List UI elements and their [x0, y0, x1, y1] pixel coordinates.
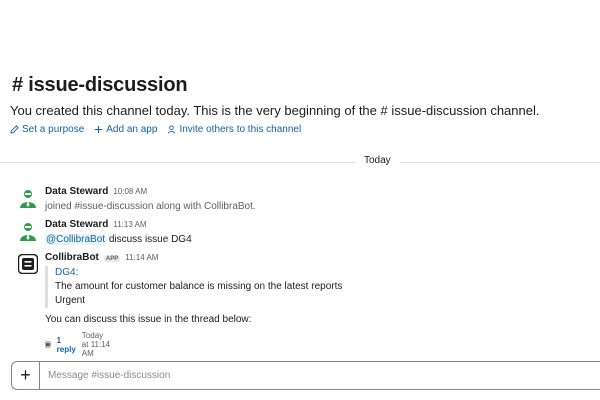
day-divider-label[interactable]: Today — [355, 155, 400, 166]
message-header: Data Steward 11:13 AM — [45, 219, 147, 230]
avatar[interactable] — [18, 188, 38, 208]
add-app-link[interactable]: Add an app — [94, 124, 157, 135]
message-time[interactable]: 10:08 AM — [113, 187, 147, 196]
add-app-label: Add an app — [106, 124, 158, 135]
channel-title: # issue-discussion — [12, 74, 188, 96]
intro-text: You created this channel today. This is … — [10, 103, 381, 118]
intro-channel-name[interactable]: # issue-discussion — [381, 103, 487, 118]
channel-intro: You created this channel today. This is … — [10, 103, 539, 118]
invite-others-label: Invite others to this channel — [179, 124, 302, 135]
issue-link[interactable]: DG4 — [55, 267, 76, 278]
issue-description: The amount for customer balance is missi… — [55, 281, 343, 292]
author-name[interactable]: Data Steward — [45, 186, 108, 197]
set-purpose-link[interactable]: Set a purpose — [10, 124, 84, 135]
message-text: joined #issue-discussion along with Coll… — [45, 201, 256, 212]
message-header: CollibraBot APP 11:14 AM — [45, 252, 158, 263]
channel-header: # issue-discussion — [12, 74, 188, 97]
set-purpose-label: Set a purpose — [22, 124, 85, 135]
collibrabot-mini-avatar-icon — [45, 341, 51, 348]
data-steward-avatar-icon — [20, 190, 36, 208]
channel-actions: Set a purpose Add an app Invite others t… — [10, 124, 301, 135]
add-attachment-button[interactable]: + — [12, 362, 40, 389]
author-name[interactable]: CollibraBot — [45, 252, 99, 263]
issue-colon: : — [75, 267, 79, 278]
thread-summary[interactable]: 1 reply Today at 11:14 AM — [45, 331, 110, 358]
issue-quote-block: DG4: The amount for customer balance is … — [45, 266, 342, 308]
person-icon — [167, 125, 176, 134]
message-text: @CollibraBot discuss issue DG4 — [45, 234, 192, 245]
invite-others-link[interactable]: Invite others to this channel — [167, 124, 301, 135]
plus-icon — [94, 125, 103, 134]
user-mention[interactable]: @CollibraBot — [45, 234, 107, 245]
data-steward-avatar-icon — [20, 223, 36, 241]
message-body: discuss issue DG4 — [106, 234, 192, 245]
issue-priority: Urgent — [55, 295, 86, 306]
message-followup: You can discuss this issue in the thread… — [45, 314, 252, 325]
message-time[interactable]: 11:14 AM — [125, 253, 158, 262]
app-badge: APP — [103, 256, 121, 262]
thread-last-reply-time: Today at 11:14 AM — [81, 331, 111, 358]
pencil-icon — [10, 125, 19, 134]
message-time[interactable]: 11:13 AM — [113, 220, 146, 229]
day-divider-line — [0, 162, 600, 163]
thread-replies-link[interactable]: 1 reply — [57, 336, 76, 354]
message-header: Data Steward 10:08 AM — [45, 186, 147, 197]
message-input[interactable] — [40, 362, 600, 389]
message-composer: + — [11, 361, 600, 390]
intro-suffix: channel. — [486, 103, 540, 118]
avatar[interactable] — [18, 221, 38, 241]
collibrabot-avatar-icon — [17, 253, 39, 275]
author-name[interactable]: Data Steward — [45, 219, 108, 230]
avatar[interactable] — [17, 253, 39, 275]
